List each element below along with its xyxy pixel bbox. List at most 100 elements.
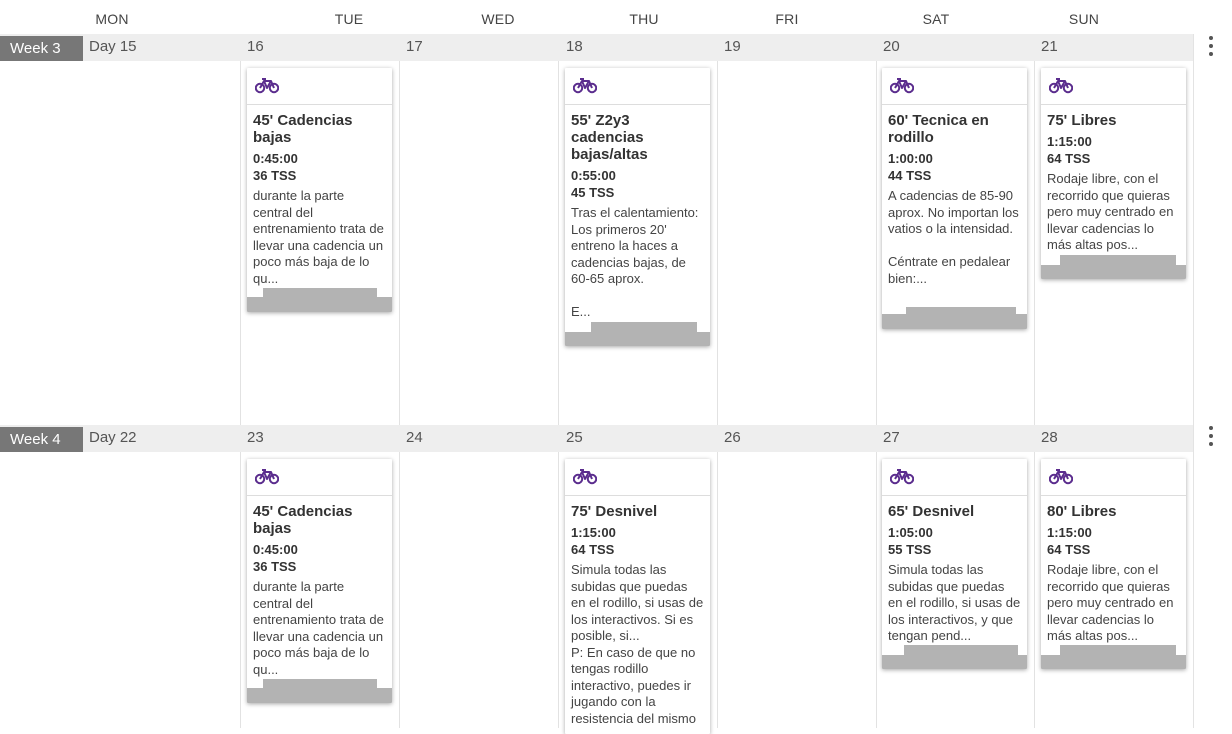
workout-duration: 1:15:00 [1047, 525, 1092, 540]
workout-card[interactable]: 75' Desnivel 1:15:00 64 TSS Simula todas… [565, 459, 710, 734]
workout-card[interactable]: 55' Z2y3 cadencias bajas/altas 0:55:00 4… [565, 68, 710, 346]
day-number: 16 [247, 38, 264, 55]
day-header-sat: SAT [922, 11, 950, 27]
workout-card[interactable]: 45' Cadencias bajas 0:45:00 36 TSS duran… [247, 68, 392, 312]
day-number: 24 [406, 429, 423, 446]
day-number: 18 [566, 38, 583, 55]
workout-duration: 0:45:00 [253, 151, 298, 166]
workout-type-header [247, 459, 392, 496]
day-number: 23 [247, 429, 264, 446]
workout-description: Simula todas las subidas que puedas en e… [888, 562, 1021, 643]
bike-icon [255, 469, 279, 485]
bike-icon [890, 78, 914, 94]
workout-description: durante la parte central del entrenamien… [253, 579, 384, 677]
week-header-bar [0, 34, 1193, 61]
column-divider [717, 61, 718, 425]
workout-tss: 64 TSS [571, 542, 615, 557]
day-number: 17 [406, 38, 423, 55]
workout-intensity-chart [565, 322, 710, 346]
workout-type-header [565, 459, 710, 496]
workout-card[interactable]: 45' Cadencias bajas 0:45:00 36 TSS duran… [247, 459, 392, 703]
week-options-menu-icon[interactable] [1208, 426, 1214, 450]
workout-type-header [882, 459, 1027, 496]
workout-description: A cadencias de 85-90 aprox. No importan … [888, 188, 1019, 286]
day-header-wed: WED [481, 11, 515, 27]
workout-intensity-chart [1041, 645, 1186, 669]
workout-title: 55' Z2y3 cadencias bajas/altas [571, 112, 648, 163]
column-divider [1034, 452, 1035, 728]
workout-title: 75' Desnivel [571, 503, 658, 520]
workout-title: 80' Libres [1047, 503, 1117, 520]
day-number: Day 15 [89, 38, 137, 55]
workout-duration: 0:55:00 [571, 168, 616, 183]
day-number: 19 [724, 38, 741, 55]
day-header-thu: THU [629, 11, 659, 27]
workout-description: Tras el calentamiento: Los primeros 20' … [571, 205, 699, 319]
week-options-menu-icon[interactable] [1208, 36, 1214, 60]
column-divider [1034, 61, 1035, 425]
day-header-sun: SUN [1068, 11, 1100, 27]
day-header-mon: MON [95, 11, 129, 27]
day-header-tue: TUE [334, 11, 364, 27]
workout-duration: 1:15:00 [571, 525, 616, 540]
workout-type-header [1041, 68, 1186, 105]
workout-description: Rodaje libre, con el recorrido que quier… [1047, 171, 1174, 252]
week-header-bar [0, 425, 1193, 452]
workout-description: durante la parte central del entrenamien… [253, 188, 384, 286]
bike-icon [1049, 78, 1073, 94]
column-divider [558, 61, 559, 425]
day-number: 28 [1041, 429, 1058, 446]
workout-duration: 1:00:00 [888, 151, 933, 166]
bike-icon [1049, 469, 1073, 485]
workout-duration: 1:05:00 [888, 525, 933, 540]
workout-title: 65' Desnivel [888, 503, 975, 520]
workout-card[interactable]: 60' Tecnica en rodillo 1:00:00 44 TSS A … [882, 68, 1027, 329]
workout-title: 75' Libres [1047, 112, 1117, 129]
workout-duration: 1:15:00 [1047, 134, 1092, 149]
day-number: Day 22 [89, 429, 137, 446]
workout-title: 60' Tecnica en rodillo [888, 112, 989, 146]
column-divider [240, 452, 241, 728]
workout-intensity-chart [882, 645, 1027, 669]
workout-description: Rodaje libre, con el recorrido que quier… [1047, 562, 1174, 643]
workout-card[interactable]: 65' Desnivel 1:05:00 55 TSS Simula todas… [882, 459, 1027, 669]
week-label[interactable]: Week 3 [0, 36, 83, 61]
workout-tss: 64 TSS [1047, 151, 1091, 166]
column-divider [399, 61, 400, 425]
column-divider [240, 61, 241, 425]
day-number: 27 [883, 429, 900, 446]
bike-icon [890, 469, 914, 485]
workout-card[interactable]: 80' Libres 1:15:00 64 TSS Rodaje libre, … [1041, 459, 1186, 669]
column-divider [876, 61, 877, 425]
column-divider [876, 452, 877, 728]
column-divider [399, 452, 400, 728]
workout-description: Simula todas las subidas que puedas en e… [571, 562, 704, 726]
workout-tss: 36 TSS [253, 168, 297, 183]
workout-intensity-chart [247, 679, 392, 703]
workout-intensity-chart [882, 305, 1027, 329]
workout-type-header [882, 68, 1027, 105]
workout-intensity-chart [1041, 255, 1186, 279]
workout-title: 45' Cadencias bajas [253, 112, 353, 146]
workout-intensity-chart [247, 288, 392, 312]
day-number: 20 [883, 38, 900, 55]
workout-title: 45' Cadencias bajas [253, 503, 353, 537]
column-divider [717, 452, 718, 728]
workout-type-header [247, 68, 392, 105]
week-label[interactable]: Week 4 [0, 427, 83, 452]
workout-tss: 45 TSS [571, 185, 615, 200]
workout-tss: 64 TSS [1047, 542, 1091, 557]
workout-type-header [1041, 459, 1186, 496]
day-header-fri: FRI [775, 11, 799, 27]
day-number: 25 [566, 429, 583, 446]
day-of-week-header: MON TUE WED THU FRI SAT SUN [0, 0, 1232, 35]
bike-icon [255, 78, 279, 94]
workout-type-header [565, 68, 710, 105]
workout-tss: 36 TSS [253, 559, 297, 574]
day-number: 21 [1041, 38, 1058, 55]
bike-icon [573, 469, 597, 485]
calendar-scrollbar-column[interactable] [1193, 34, 1232, 728]
workout-tss: 55 TSS [888, 542, 932, 557]
workout-card[interactable]: 75' Libres 1:15:00 64 TSS Rodaje libre, … [1041, 68, 1186, 279]
column-divider [558, 452, 559, 728]
